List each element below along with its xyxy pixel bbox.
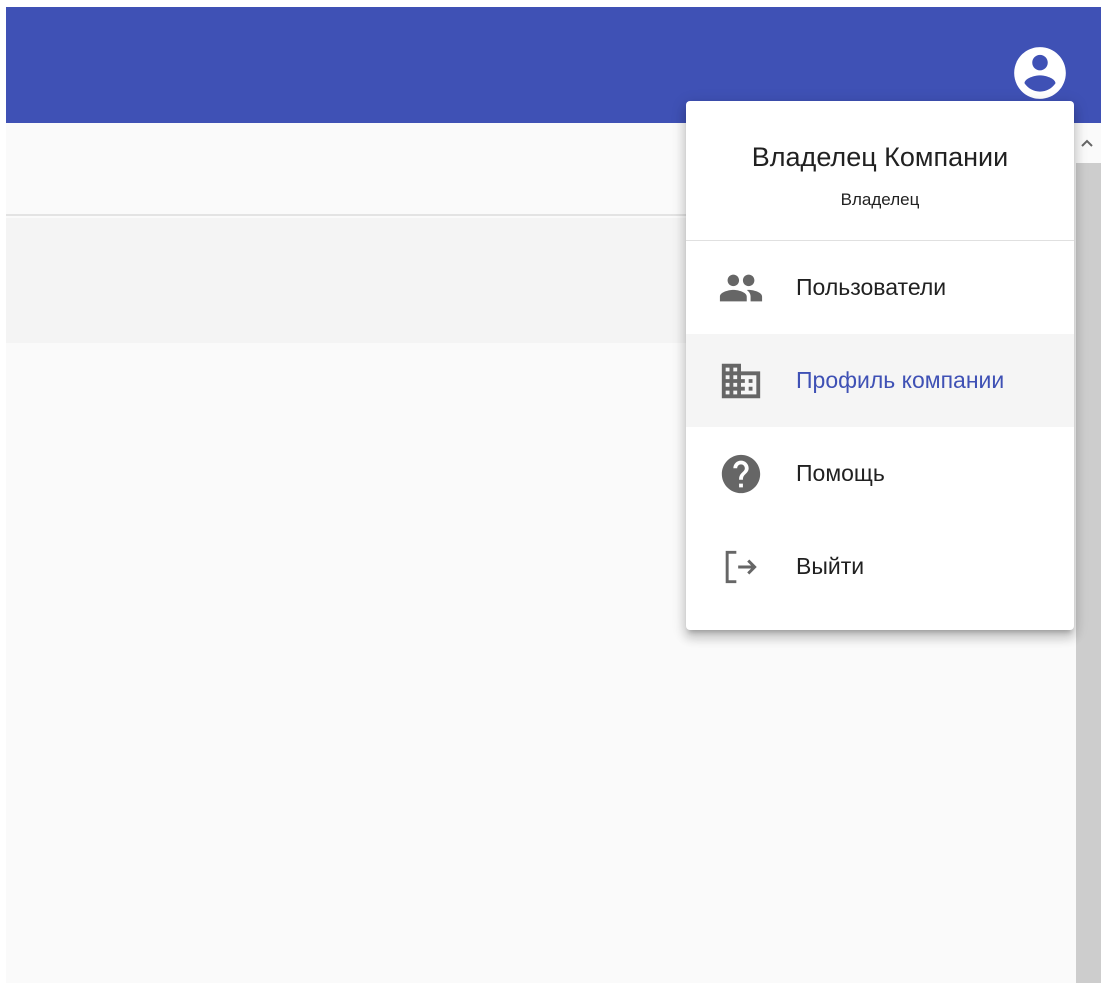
scroll-track[interactable] [1076,163,1101,983]
menu-item-users[interactable]: Пользователи [686,241,1074,334]
menu-item-label: Профиль компании [796,367,1005,393]
scrollbar[interactable] [1072,123,1101,983]
menu-item-company-profile[interactable]: Профиль компании [686,334,1074,427]
menu-item-label: Выйти [796,553,865,579]
menu-user-header: Владелец Компании Владелец [686,101,1074,241]
user-name: Владелец Компании [751,142,1009,172]
logout-icon [686,545,796,589]
account-circle-icon [1014,47,1066,99]
scroll-up-button[interactable] [1072,123,1101,163]
menu-item-label: Пользователи [796,274,947,300]
user-menu: Владелец Компании Владелец Пользователи … [686,101,1074,630]
people-icon [686,265,796,311]
help-icon [686,451,796,497]
menu-item-label: Помощь [796,460,885,486]
business-icon [686,358,796,404]
app-window: Владелец Компании Владелец Пользователи … [0,0,1101,983]
chevron-up-icon [1080,139,1093,147]
menu-item-logout[interactable]: Выйти [686,520,1074,613]
account-button[interactable] [1006,39,1074,107]
menu-item-help[interactable]: Помощь [686,427,1074,520]
user-role: Владелец [840,190,920,209]
